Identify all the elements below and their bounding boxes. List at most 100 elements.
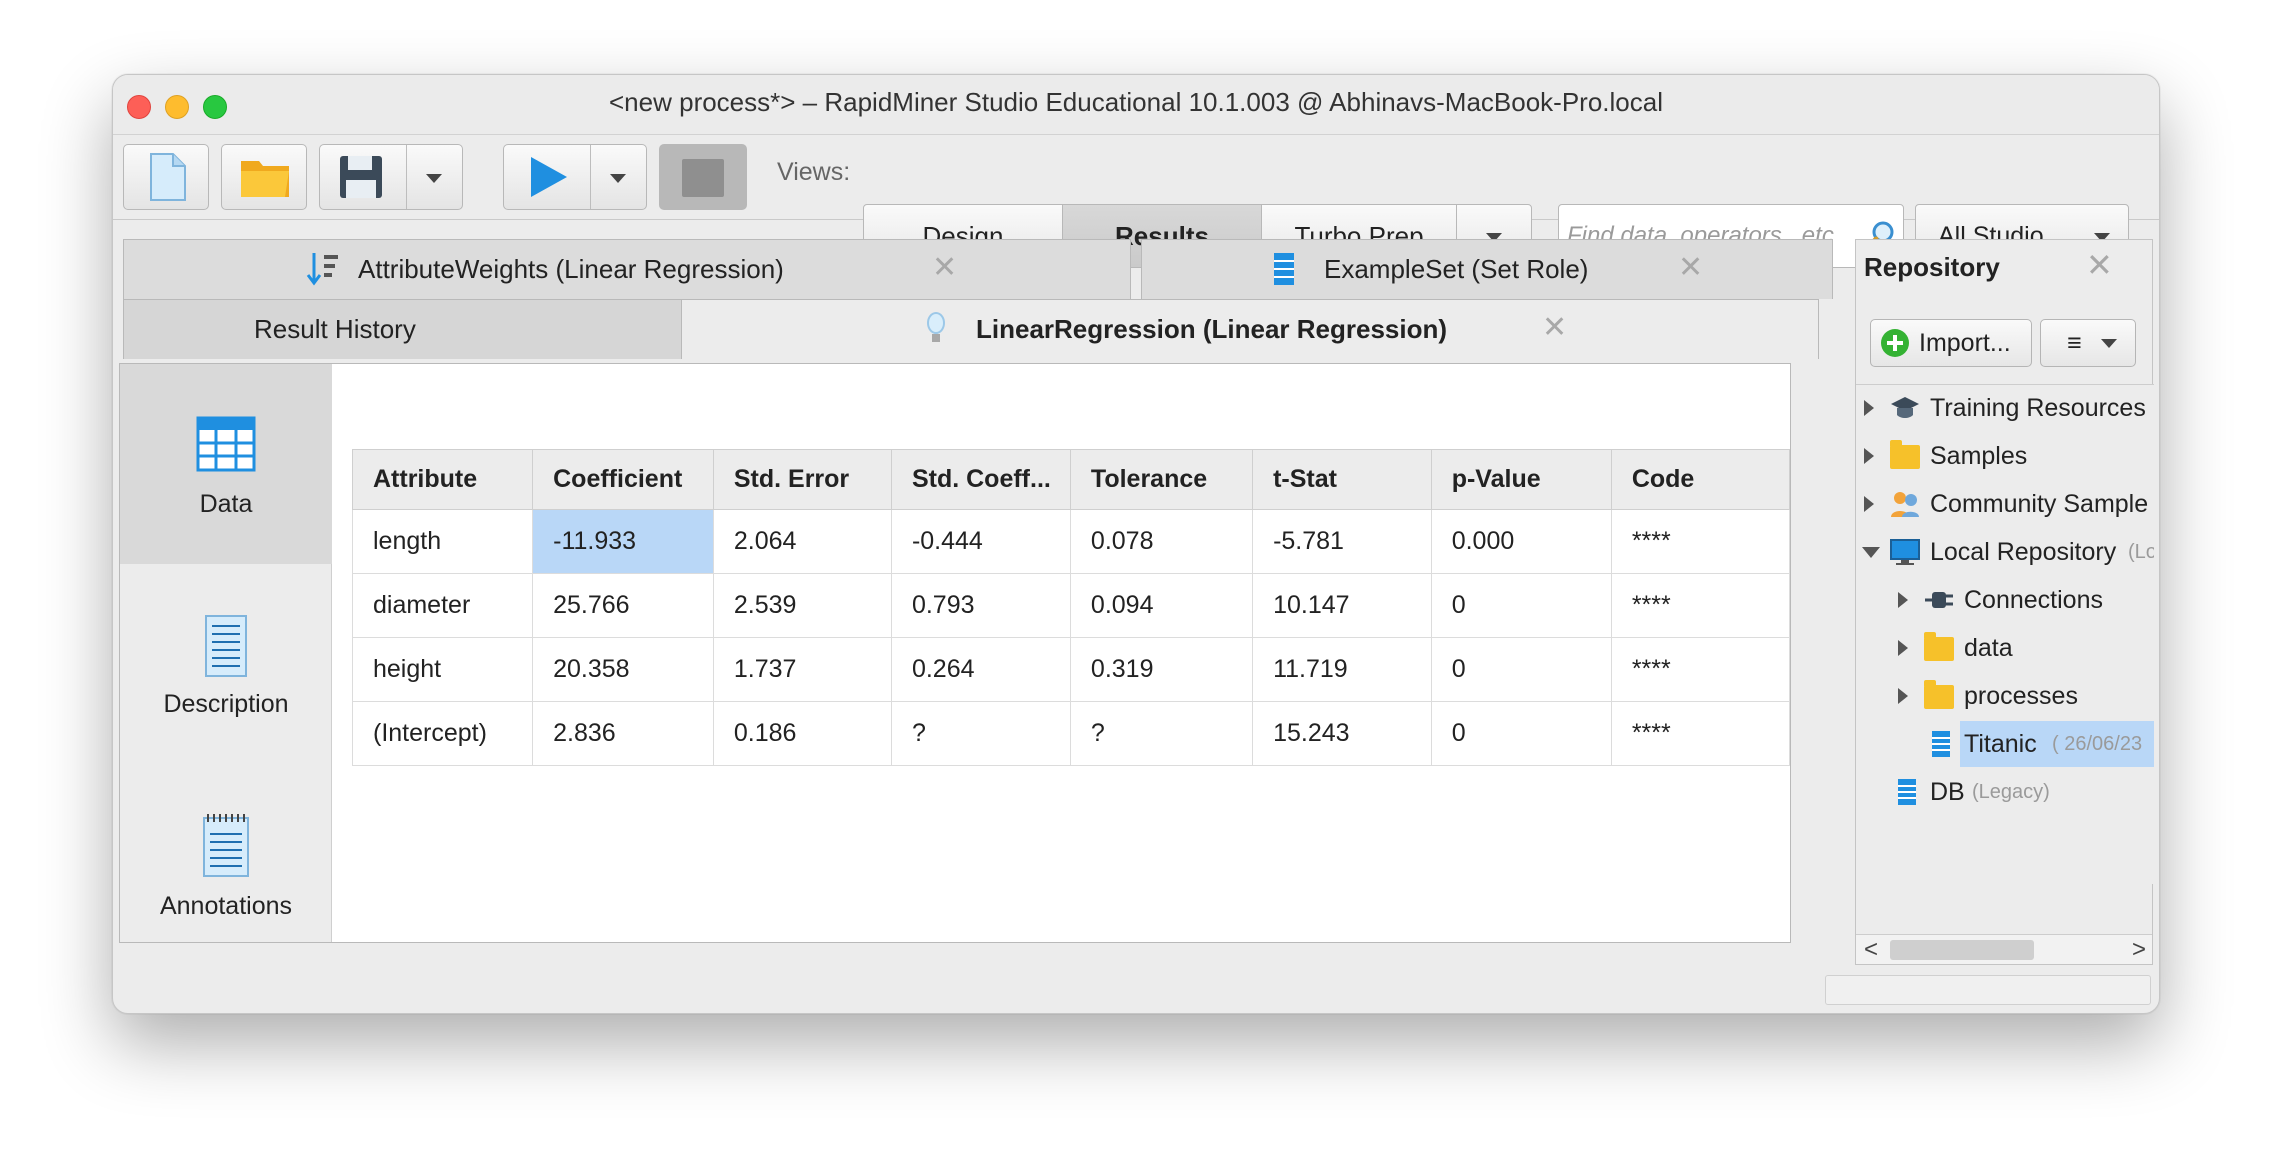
table-cell[interactable]: 11.719 [1252, 637, 1432, 702]
scrollbar-thumb[interactable] [1890, 940, 2034, 960]
tree-item-label: data [1964, 634, 2013, 662]
horizontal-scrollbar[interactable]: < > [1856, 934, 2152, 964]
table-cell[interactable]: 25.766 [532, 573, 714, 638]
expand-icon[interactable] [1898, 640, 1908, 656]
tree-item-label: Local Repository [1930, 538, 2117, 566]
table-cell[interactable]: 0.078 [1069, 509, 1254, 574]
expand-icon[interactable] [1864, 400, 1874, 416]
table-cell[interactable]: 0.319 [1069, 637, 1254, 702]
table-cell[interactable]: 0 [1430, 701, 1612, 766]
table-cell[interactable]: **** [1610, 509, 1791, 574]
table-cell[interactable]: 2.064 [712, 509, 892, 574]
expand-icon[interactable] [1864, 496, 1874, 512]
column-header-code[interactable]: Code [1610, 449, 1791, 510]
table-row: length -11.933 2.064 -0.444 0.078 -5.781… [351, 509, 1791, 574]
folder-icon [1890, 440, 1920, 469]
nav-data[interactable]: Data [120, 364, 332, 564]
table-cell[interactable]: ? [890, 701, 1071, 766]
table-cell[interactable]: 0.186 [712, 701, 892, 766]
tab-linear-regression[interactable]: LinearRegression (Linear Regression) ✕ [681, 299, 1819, 359]
table-cell[interactable]: 0.264 [890, 637, 1071, 702]
tab-label: LinearRegression (Linear Regression) [976, 314, 1448, 344]
open-process-button[interactable] [221, 144, 307, 210]
expand-icon[interactable] [1864, 448, 1874, 464]
save-options-chevron-icon[interactable] [426, 174, 442, 183]
folder-icon [1924, 632, 1954, 661]
close-tab-icon[interactable]: ✕ [1678, 239, 1703, 297]
repository-tree: Training Resources Samples Community Sam… [1856, 384, 2154, 884]
table-cell[interactable]: 1.737 [712, 637, 892, 702]
table-cell[interactable]: 0.094 [1069, 573, 1254, 638]
table-cell[interactable]: height [351, 637, 534, 702]
title-bar: <new process*> – RapidMiner Studio Educa… [113, 75, 2159, 135]
new-process-button[interactable] [123, 144, 209, 210]
menu-icon: ≡ [2067, 329, 2082, 357]
table-row: height 20.358 1.737 0.264 0.319 11.719 0… [351, 637, 1791, 702]
table-cell[interactable]: 10.147 [1252, 573, 1432, 638]
tab-result-history[interactable]: Result History [123, 299, 683, 359]
nav-annotations[interactable]: Annotations [120, 764, 332, 964]
nav-label: Data [199, 490, 253, 518]
tree-item-hint: (Lo [2128, 541, 2154, 563]
table-cell[interactable]: 20.358 [532, 637, 714, 702]
column-header-attribute[interactable]: Attribute [351, 449, 534, 510]
table-cell[interactable]: **** [1610, 701, 1791, 766]
table-cell[interactable]: (Intercept) [351, 701, 534, 766]
close-tab-icon[interactable]: ✕ [1542, 299, 1567, 357]
tree-item-label: DB [1930, 778, 1965, 806]
stop-process-button[interactable] [659, 144, 747, 210]
table-cell[interactable]: -0.444 [890, 509, 1071, 574]
collapse-icon[interactable] [1862, 547, 1880, 558]
toolbar: Views: Design Results Turbo Prep All Stu… [113, 136, 2159, 268]
chevron-down-icon [2101, 339, 2117, 348]
tab-attribute-weights[interactable]: AttributeWeights (Linear Regression) ✕ [123, 239, 1131, 299]
nav-description[interactable]: Description [120, 564, 332, 764]
import-button[interactable]: Import... [1870, 319, 2032, 367]
table-row: diameter 25.766 2.539 0.793 0.094 10.147… [351, 573, 1791, 638]
column-header-p-value[interactable]: p-Value [1430, 449, 1612, 510]
results-panel: Data Description Annotations Attribute C… [119, 363, 1791, 943]
table-cell[interactable]: 0 [1430, 637, 1612, 702]
column-header-tolerance[interactable]: Tolerance [1069, 449, 1254, 510]
column-header-t-stat[interactable]: t-Stat [1252, 449, 1432, 510]
repository-menu-button[interactable]: ≡ [2040, 319, 2136, 367]
scroll-right-icon[interactable]: > [2132, 936, 2146, 964]
table-cell[interactable]: -5.781 [1252, 509, 1432, 574]
table-cell[interactable]: 15.243 [1252, 701, 1432, 766]
table-cell[interactable]: 0 [1430, 573, 1612, 638]
scroll-left-icon[interactable]: < [1864, 936, 1878, 964]
repository-panel: Repository ✕ Import... ≡ Training Resour… [1855, 239, 2154, 965]
table-cell[interactable]: length [351, 509, 534, 574]
run-options-chevron-icon[interactable] [610, 174, 626, 183]
nav-label: Description [163, 690, 289, 718]
table-cell-selected[interactable]: -11.933 [532, 509, 714, 574]
table-cell[interactable]: **** [1610, 573, 1791, 638]
new-file-icon [150, 153, 186, 201]
expand-icon[interactable] [1898, 592, 1908, 608]
close-tab-icon[interactable]: ✕ [932, 239, 957, 297]
play-icon [531, 157, 567, 197]
column-header-coefficient[interactable]: Coefficient [532, 449, 714, 510]
table-cell[interactable]: ? [1069, 701, 1254, 766]
tree-item-hint: (Legacy) [1972, 781, 2050, 803]
tree-item-label: Titanic [1964, 730, 2037, 758]
tree-item-titanic[interactable]: Titanic ( 26/06/23 [1856, 721, 2154, 767]
table-icon [196, 416, 256, 472]
app-window: <new process*> – RapidMiner Studio Educa… [112, 74, 2160, 1014]
exampleset-icon [1274, 253, 1294, 285]
close-panel-icon[interactable]: ✕ [2086, 246, 2113, 284]
run-process-button[interactable] [503, 144, 647, 210]
table-cell[interactable]: 2.836 [532, 701, 714, 766]
tab-label: AttributeWeights (Linear Regression) [358, 254, 784, 284]
table-cell[interactable]: 0.793 [890, 573, 1071, 638]
table-cell[interactable]: 2.539 [712, 573, 892, 638]
column-header-std-error[interactable]: Std. Error [712, 449, 892, 510]
save-process-button[interactable] [319, 144, 463, 210]
table-cell[interactable]: **** [1610, 637, 1791, 702]
table-cell[interactable]: diameter [351, 573, 534, 638]
table-cell[interactable]: 0.000 [1430, 509, 1612, 574]
expand-icon[interactable] [1898, 688, 1908, 704]
tab-exampleset[interactable]: ExampleSet (Set Role) ✕ [1141, 239, 1833, 299]
community-icon [1891, 492, 1919, 517]
column-header-std-coeff[interactable]: Std. Coeff... [890, 449, 1071, 510]
